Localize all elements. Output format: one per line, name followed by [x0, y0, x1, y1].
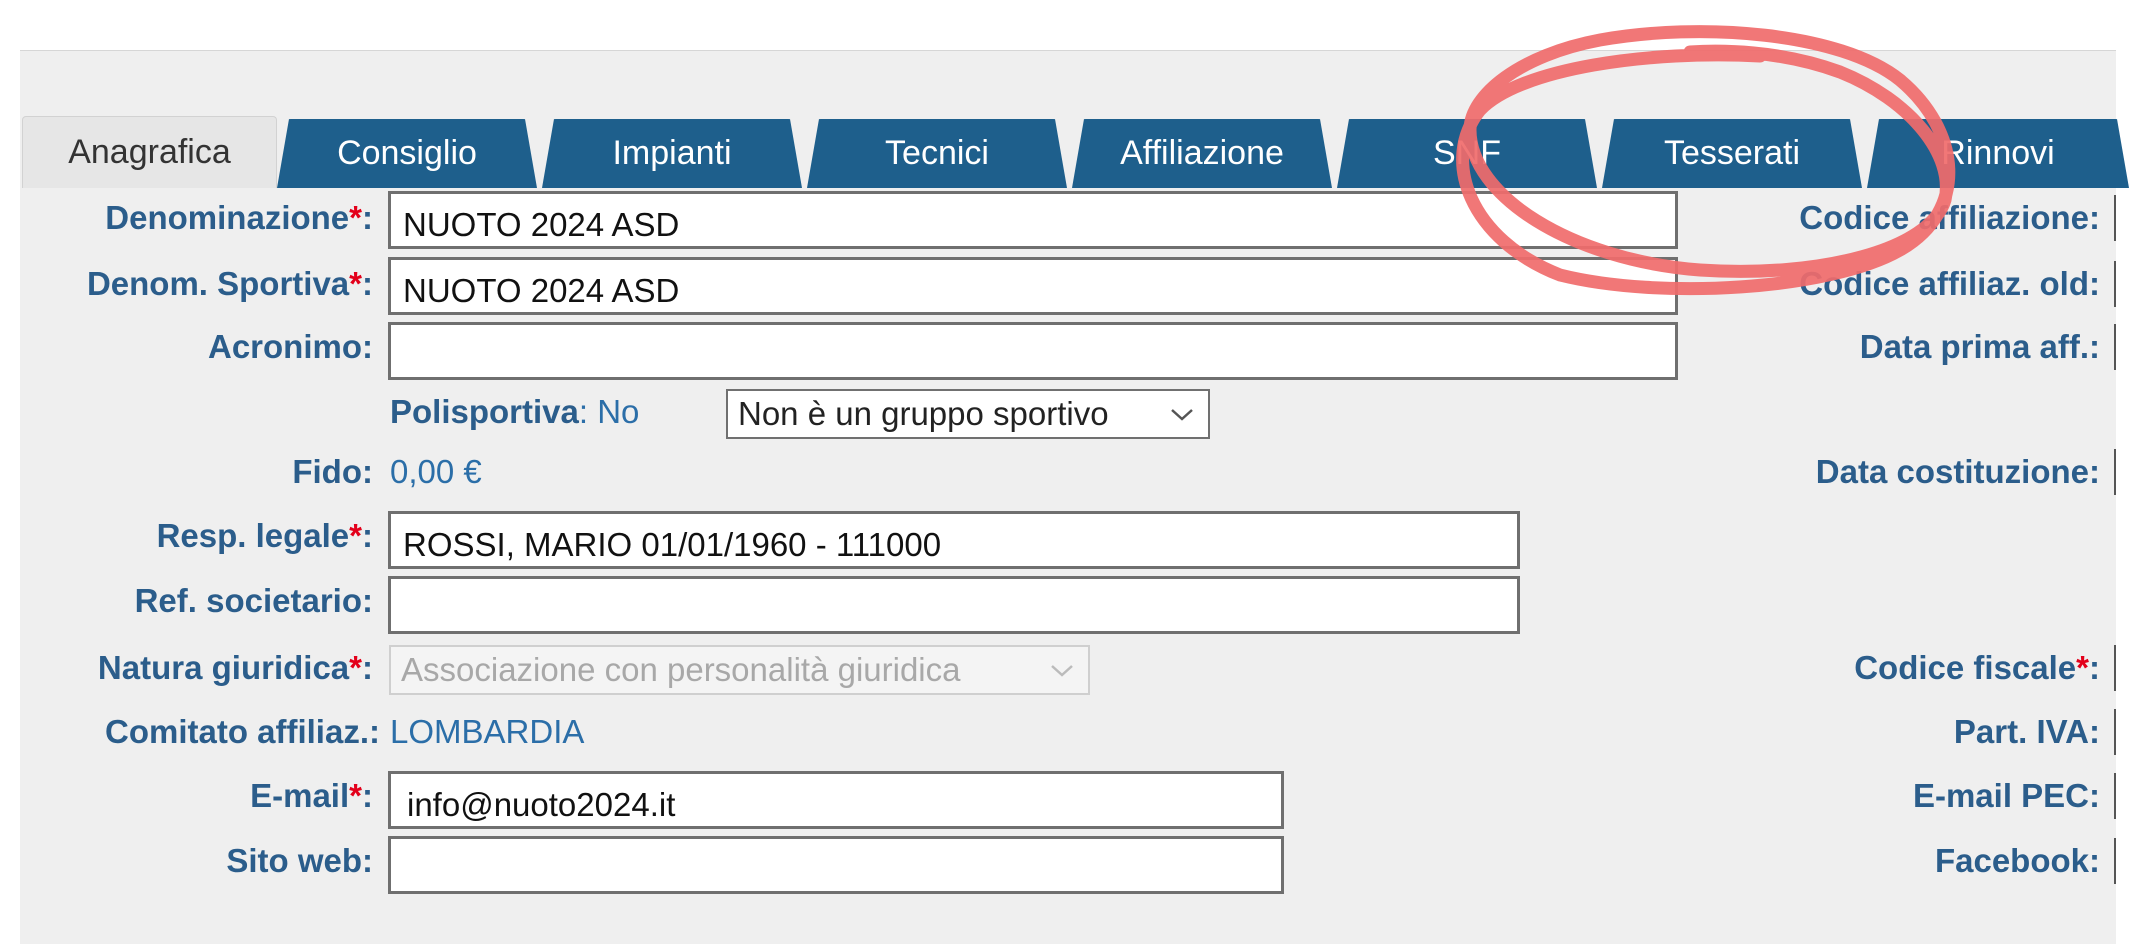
comitato-value: LOMBARDIA: [390, 713, 585, 750]
fido-value: 0,00 €: [390, 453, 482, 490]
data-prima-aff-label: Data prima aff.:: [1859, 328, 2100, 365]
gruppo-sportivo-value: Non è un gruppo sportivo: [738, 395, 1109, 432]
ref-societario-label: Ref. societario:: [134, 582, 373, 619]
denom-sportiva-label: Denom. Sportiva*:: [86, 265, 373, 302]
tab-anagrafica[interactable]: Anagrafica: [22, 116, 277, 188]
resp-legale-input[interactable]: ROSSI, MARIO 01/01/1960 - 111000: [388, 511, 1520, 569]
polisportiva-row: Polisportiva: No: [390, 392, 639, 432]
tab-rinnovi[interactable]: Rinnovi: [1867, 119, 2129, 188]
codice-fiscale-label: Codice fiscale*:: [1854, 649, 2100, 686]
sito-web-input[interactable]: [388, 836, 1284, 894]
chevron-down-icon: [1171, 409, 1193, 421]
polisportiva-value: : No: [578, 393, 640, 430]
email-label: E-mail*:: [250, 777, 373, 814]
email-input[interactable]: info@nuoto2024.it: [388, 771, 1284, 829]
tab-tecnici[interactable]: Tecnici: [807, 119, 1067, 188]
email-pec-label: E-mail PEC:: [1912, 777, 2100, 814]
codice-affiliaz-old-input-edge[interactable]: [2114, 261, 2116, 307]
denominazione-label: Denominazione*:: [105, 199, 373, 236]
chevron-down-icon: [1051, 665, 1073, 677]
natura-giuridica-label: Natura giuridica*:: [97, 649, 373, 686]
email-pec-input-edge[interactable]: [2114, 773, 2116, 819]
data-costituzione-input-edge[interactable]: [2114, 449, 2116, 495]
ref-societario-input[interactable]: [388, 576, 1520, 634]
tab-consiglio[interactable]: Consiglio: [277, 119, 537, 188]
polisportiva-label: Polisportiva: [390, 393, 579, 430]
fido-label: Fido:: [292, 453, 373, 490]
gruppo-sportivo-select[interactable]: Non è un gruppo sportivo: [726, 389, 1210, 439]
tab-tesserati[interactable]: Tesserati: [1602, 119, 1862, 188]
facebook-input-edge[interactable]: [2114, 838, 2116, 884]
part-iva-input-edge[interactable]: [2114, 709, 2116, 755]
codice-affiliazione-input-edge[interactable]: [2114, 195, 2116, 241]
acronimo-input[interactable]: [388, 322, 1678, 380]
natura-giuridica-select[interactable]: Associazione con personalità giuridica: [389, 645, 1090, 695]
denominazione-input[interactable]: NUOTO 2024 ASD: [388, 191, 1678, 249]
codice-affiliazione-label: Codice affiliazione:: [1799, 199, 2100, 236]
tab-affiliazione[interactable]: Affiliazione: [1072, 119, 1332, 188]
tab-impianti[interactable]: Impianti: [542, 119, 802, 188]
tab-snf[interactable]: SNF: [1337, 119, 1597, 188]
resp-legale-label: Resp. legale*:: [156, 517, 373, 554]
tab-bar: Anagrafica Consiglio Impianti Tecnici Af…: [22, 116, 2116, 188]
sito-web-label: Sito web:: [226, 842, 373, 879]
codice-affiliaz-old-label: Codice affiliaz. old:: [1799, 265, 2100, 302]
comitato-label: Comitato affiliaz.:: [104, 713, 380, 750]
data-costituzione-label: Data costituzione:: [1815, 453, 2100, 490]
acronimo-label: Acronimo:: [208, 328, 373, 365]
part-iva-label: Part. IVA:: [1953, 713, 2100, 750]
denom-sportiva-input[interactable]: NUOTO 2024 ASD: [388, 257, 1678, 315]
facebook-label: Facebook:: [1934, 842, 2100, 879]
data-prima-aff-input-edge[interactable]: [2114, 324, 2116, 370]
natura-giuridica-value: Associazione con personalità giuridica: [401, 651, 961, 688]
codice-fiscale-input-edge[interactable]: [2114, 645, 2116, 691]
